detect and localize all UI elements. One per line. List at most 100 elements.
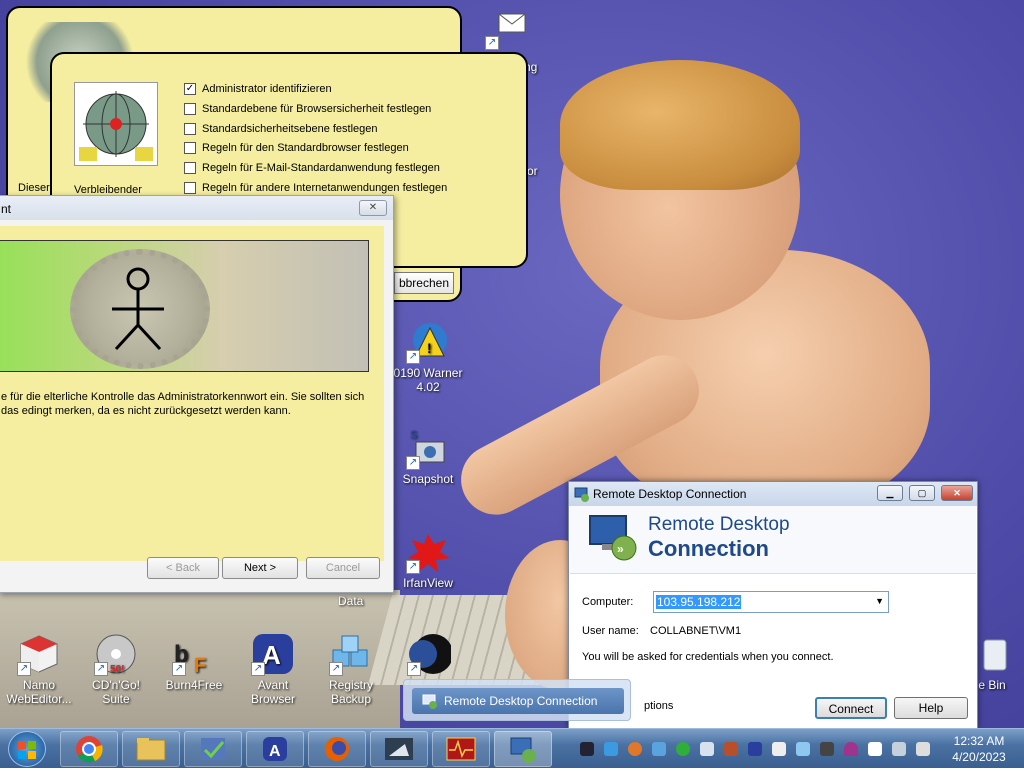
chevron-down-icon[interactable]: ▼	[875, 596, 884, 606]
checkbox[interactable]	[184, 182, 196, 194]
shortcut-arrow-icon: ↗	[407, 662, 421, 676]
desktop-icon-irfanview[interactable]: ↗ IrfanView	[391, 530, 465, 590]
desktop-icon-burn4free[interactable]: bF ↗ Burn4Free	[157, 632, 231, 692]
desktop-icon-registry[interactable]: ↗ Registry Backup	[314, 632, 388, 706]
parental-wizard-window: nt ✕ e für die elterliche Kontrolle das …	[0, 195, 394, 593]
tray-flag-icon[interactable]	[868, 742, 882, 756]
tray-icon-5[interactable]	[676, 742, 690, 756]
option-row[interactable]: Regeln für andere Internetanwendungen fe…	[184, 180, 447, 196]
desktop-icon-label: Burn4Free	[165, 678, 223, 692]
option-row[interactable]: Standardebene für Browsersicherheit fest…	[184, 101, 431, 117]
taskbar: A 12:32 AM 4/20/2023	[0, 728, 1024, 768]
tray-search-icon[interactable]	[628, 742, 642, 756]
shortcut-arrow-icon: ↗	[485, 36, 499, 50]
warning-globe-icon: ! ↗	[406, 320, 450, 364]
checklist-icon	[201, 738, 225, 760]
help-button[interactable]: Help	[894, 697, 968, 719]
tray-icon-7[interactable]	[724, 742, 738, 756]
taskbar-avant[interactable]: A	[246, 731, 304, 767]
checkbox[interactable]	[184, 123, 196, 135]
tray-icon-6[interactable]	[700, 742, 714, 756]
connect-button[interactable]: Connect	[815, 697, 887, 719]
avant-browser-icon: A	[263, 737, 287, 761]
taskbar-firefox[interactable]	[308, 731, 366, 767]
maximize-button[interactable]: ▢	[909, 485, 935, 501]
options-toggle[interactable]: ptions	[644, 700, 673, 712]
shortcut-arrow-icon: ↗	[251, 662, 265, 676]
desktop-icon-namo[interactable]: ↗ Namo WebEditor...	[2, 632, 76, 706]
wizard-title: nt	[0, 196, 393, 220]
taskbar-app-monitor[interactable]	[432, 731, 490, 767]
popup-item[interactable]: Remote Desktop Connection	[412, 688, 624, 714]
rdc-app-icon	[510, 737, 536, 763]
option-row[interactable]: Regeln für den Standardbrowser festlegen	[184, 140, 409, 156]
tray-icon-1[interactable]	[580, 742, 594, 756]
ship-icon	[385, 738, 413, 760]
start-button[interactable]	[8, 731, 46, 767]
clock[interactable]: 12:32 AM 4/20/2023	[940, 733, 1018, 765]
close-button[interactable]: ✕	[941, 485, 973, 501]
tray-icon-11[interactable]	[820, 742, 834, 756]
desktop-icon-label: CD'n'Go! Suite	[92, 678, 140, 706]
svg-text:F: F	[194, 655, 206, 676]
checkbox[interactable]	[184, 103, 196, 115]
desktop-icon-snapshot[interactable]: S ↗ Snapshot	[391, 426, 465, 486]
back-button[interactable]: < Back	[147, 557, 219, 579]
desktop-icon-label: Namo WebEditor...	[6, 678, 72, 706]
minimize-button[interactable]: ▁	[877, 485, 903, 501]
rdc-monitor-icon: »	[589, 515, 637, 561]
desktop-icon-label: Avant Browser	[250, 678, 295, 706]
tray-icon-9[interactable]	[772, 742, 786, 756]
taskbar-app-checklist[interactable]	[184, 731, 242, 767]
option-row[interactable]: ✓ Administrator identifizieren	[184, 81, 332, 97]
taskbar-chrome[interactable]	[60, 731, 118, 767]
checkbox-checked[interactable]: ✓	[184, 83, 196, 95]
wizard-body: e für die elterliche Kontrolle das Admin…	[0, 226, 384, 561]
computer-label: Computer:	[582, 596, 634, 608]
back-dialog-text: Dieser	[18, 182, 50, 194]
desktop-icon-avant[interactable]: A ↗ Avant Browser	[236, 632, 310, 706]
cd-disc-icon: 50! ↗	[94, 632, 138, 676]
tray-icon-4[interactable]	[652, 742, 666, 756]
next-button[interactable]: Next >	[222, 557, 298, 579]
option-row[interactable]: Regeln für E-Mail-Standardanwendung fest…	[184, 160, 440, 176]
clock-time: 12:32 AM	[953, 734, 1005, 748]
desktop-icon-label-data: Data	[338, 594, 364, 608]
tray-umbrella-icon[interactable]	[844, 742, 858, 756]
option-row[interactable]: Standardsicherheitsebene festlegen	[184, 121, 378, 137]
camera-icon: S ↗	[406, 426, 450, 470]
shortcut-arrow-icon: ↗	[94, 662, 108, 676]
irfanview-splat-icon: ↗	[406, 530, 450, 574]
tray-icon-10[interactable]	[796, 742, 810, 756]
shortcut-arrow-icon: ↗	[329, 662, 343, 676]
close-button[interactable]: ✕	[359, 200, 387, 216]
wizard-banner	[0, 240, 369, 372]
taskbar-explorer[interactable]	[122, 731, 180, 767]
checkbox[interactable]	[184, 162, 196, 174]
option-label: Regeln für den Standardbrowser festlegen	[202, 142, 409, 154]
taskbar-thumbnail-popup[interactable]: Remote Desktop Connection	[403, 679, 631, 721]
burn4free-logo-icon: bF ↗	[172, 632, 216, 677]
tray-volume-muted-icon[interactable]	[916, 742, 930, 756]
computer-combobox[interactable]: 103.95.198.212 ▼	[653, 591, 889, 613]
taskbar-app-ship[interactable]	[370, 731, 428, 767]
rubik-cube-icon: ↗	[17, 632, 61, 676]
tray-network-icon[interactable]	[892, 742, 906, 756]
tray-avant-icon[interactable]	[748, 742, 762, 756]
option-label: Standardebene für Browsersicherheit fest…	[202, 103, 432, 115]
desktop-icon-mail[interactable]: ↗	[470, 6, 544, 52]
rdc-header: » Remote Desktop Connection	[570, 506, 976, 574]
checkbox[interactable]	[184, 142, 196, 154]
folder-icon	[136, 738, 166, 761]
cancel-button[interactable]: Cancel	[306, 557, 380, 579]
desktop-icon-label: Registry Backup	[328, 678, 373, 706]
tray-icon-2[interactable]	[604, 742, 618, 756]
back-dialog-cancel-button[interactable]: bbrechen	[394, 272, 454, 294]
shortcut-arrow-icon: ↗	[172, 662, 186, 676]
desktop-icon-globe-dark[interactable]: ↗	[392, 632, 466, 678]
desktop-icon-cdngo[interactable]: 50! ↗ CD'n'Go! Suite	[79, 632, 153, 706]
rdc-app-icon	[574, 487, 589, 502]
desktop-icon-warner[interactable]: ! ↗ 0190 Warner 4.02	[391, 320, 465, 394]
parental-emblem-frame	[74, 82, 158, 166]
taskbar-rdc[interactable]	[494, 731, 552, 767]
